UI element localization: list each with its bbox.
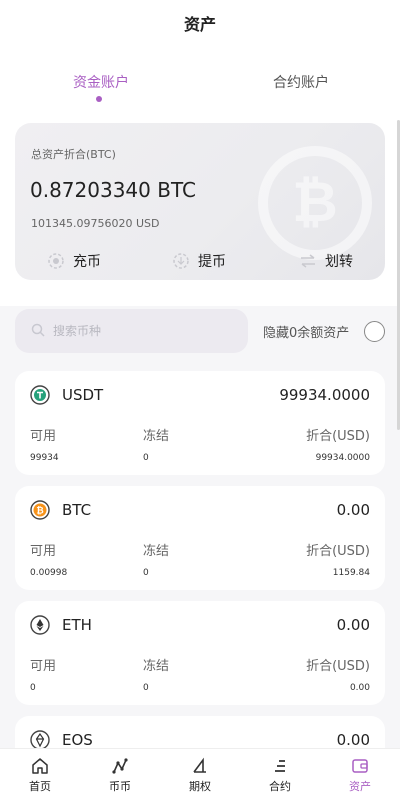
search-input[interactable]	[53, 324, 223, 338]
available-value: 0	[30, 683, 36, 693]
tabbar-contract[interactable]: 合约	[240, 749, 320, 800]
card-actions: 充币 提币 划转	[15, 251, 385, 275]
tabbar-spot[interactable]: 币币	[80, 749, 160, 800]
btc-icon: ₿	[30, 500, 50, 520]
bottom-tab-bar: 首页 币币 期权 合约 资产	[0, 748, 400, 800]
tabbar-label: 合约	[269, 780, 291, 793]
converted-label: 折合(USD)	[306, 429, 370, 444]
converted-value: 0.00	[349, 683, 370, 693]
available-label: 可用	[30, 544, 57, 559]
search-icon	[31, 322, 45, 341]
available-label: 可用	[30, 429, 57, 444]
tabbar-label: 币币	[109, 780, 131, 793]
coin-total: 0.00	[336, 501, 370, 519]
withdraw-label: 提币	[198, 254, 226, 270]
wallet-icon	[350, 756, 370, 776]
converted-value: 99934.0000	[315, 453, 370, 463]
active-tab-indicator	[96, 96, 102, 102]
tabbar-assets[interactable]: 资产	[320, 749, 400, 800]
bitcoin-watermark-icon: ₿	[258, 146, 372, 260]
coin-card-btc[interactable]: ₿ BTC 0.00 可用 冻结 折合(USD) 0.00998 0 1159.…	[15, 486, 385, 590]
coin-card-usdt[interactable]: USDT 99934.0000 可用 冻结 折合(USD) 99934 0 99…	[15, 371, 385, 475]
available-label: 可用	[30, 659, 57, 674]
page-header: 资产	[0, 0, 400, 46]
hide-zero-checkbox[interactable]	[364, 321, 385, 342]
total-usd-amount: 101345.09756020 USD	[31, 217, 160, 230]
tabbar-label: 资产	[349, 780, 371, 793]
options-icon	[190, 756, 210, 776]
frozen-value: 0	[143, 453, 149, 463]
eos-icon	[30, 730, 50, 750]
svg-text:₿: ₿	[292, 170, 338, 235]
frozen-value: 0	[143, 568, 149, 578]
transfer-label: 划转	[325, 254, 353, 270]
hide-zero-label: 隐藏0余额资产	[263, 326, 350, 341]
tabbar-label: 期权	[189, 780, 211, 793]
tab-funding-account[interactable]: 资金账户	[73, 72, 129, 92]
coin-total: 0.00	[336, 731, 370, 749]
converted-value: 1159.84	[332, 568, 370, 578]
tabbar-home[interactable]: 首页	[0, 749, 80, 800]
trend-icon	[110, 756, 130, 776]
withdraw-button[interactable]: 提币	[172, 251, 226, 271]
transfer-button[interactable]: 划转	[299, 251, 353, 271]
available-value: 99934	[30, 453, 59, 463]
tabbar-options[interactable]: 期权	[160, 749, 240, 800]
total-assets-card: ₿ 总资产折合(BTC) 0.87203340 BTC 101345.09756…	[15, 123, 385, 280]
transfer-icon	[299, 252, 317, 270]
frozen-value: 0	[143, 683, 149, 693]
total-assets-label: 总资产折合(BTC)	[31, 148, 116, 161]
home-icon	[30, 756, 50, 776]
frozen-label: 冻结	[143, 544, 170, 559]
converted-label: 折合(USD)	[306, 544, 370, 559]
coin-name: EOS	[62, 731, 93, 749]
withdraw-icon	[172, 252, 190, 270]
svg-text:₿: ₿	[36, 506, 43, 517]
available-value: 0.00998	[30, 568, 68, 578]
deposit-button[interactable]: 充币	[47, 251, 101, 271]
coin-total: 99934.0000	[279, 386, 370, 404]
eth-icon	[30, 615, 50, 635]
frozen-label: 冻结	[143, 429, 170, 444]
page-title: 资产	[183, 15, 216, 34]
list-icon	[270, 756, 290, 776]
coin-search-box[interactable]	[15, 309, 248, 353]
assets-page: 资产 资金账户 合约账户 ₿ 总资产折合(BTC) 0.87203340 BTC…	[0, 0, 400, 800]
coin-name: BTC	[62, 501, 92, 519]
deposit-icon	[47, 252, 65, 270]
coin-total: 0.00	[336, 616, 370, 634]
deposit-label: 充币	[73, 254, 101, 270]
coin-card-eth[interactable]: ETH 0.00 可用 冻结 折合(USD) 0 0 0.00	[15, 601, 385, 705]
tabbar-label: 首页	[29, 780, 51, 793]
total-btc-amount: 0.87203340 BTC	[30, 178, 196, 202]
usdt-icon	[30, 385, 50, 405]
coin-name: ETH	[62, 616, 92, 634]
account-tabs: 资金账户 合约账户	[0, 60, 400, 108]
tab-contract-account[interactable]: 合约账户	[273, 72, 329, 92]
converted-label: 折合(USD)	[306, 659, 370, 674]
frozen-label: 冻结	[143, 659, 170, 674]
coin-name: USDT	[62, 386, 104, 404]
